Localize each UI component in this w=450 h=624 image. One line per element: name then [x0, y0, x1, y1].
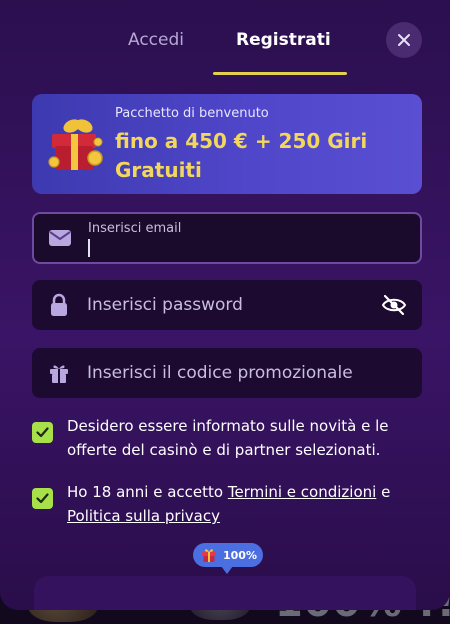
- terms-text-middle: e: [376, 483, 391, 501]
- privacy-link[interactable]: Politica sulla privacy: [67, 507, 220, 525]
- gift-box-icon: [48, 119, 103, 170]
- email-label: Inserisci email: [88, 221, 182, 236]
- promo-code-input[interactable]: [87, 349, 387, 397]
- completion-badge: 100%: [193, 543, 263, 574]
- password-input[interactable]: [87, 281, 387, 329]
- badge-pointer: [221, 566, 233, 574]
- terms-checkbox[interactable]: [32, 488, 53, 509]
- close-icon: [398, 34, 410, 46]
- terms-link[interactable]: Termini e condizioni: [228, 483, 376, 501]
- registration-modal: Accedi Registrati Pacchetto di benvenuto…: [0, 0, 450, 610]
- eye-off-icon: [381, 294, 407, 316]
- promo-subtitle: Pacchetto di benvenuto: [115, 106, 269, 121]
- toggle-password-visibility[interactable]: [381, 292, 407, 318]
- gift-icon: [47, 361, 71, 385]
- password-field[interactable]: [32, 280, 422, 330]
- submit-area: [34, 576, 416, 610]
- text-caret: [88, 239, 90, 257]
- tab-register[interactable]: Registrati: [236, 30, 331, 50]
- lock-icon: [47, 293, 71, 317]
- envelope-icon: [48, 226, 72, 250]
- close-button[interactable]: [386, 22, 422, 58]
- checkmark-icon: [36, 493, 49, 504]
- terms-consent-text: Ho 18 anni e accetto Termini e condizion…: [67, 480, 407, 528]
- checkmark-icon: [36, 427, 49, 438]
- gift-icon: [202, 549, 216, 562]
- email-field[interactable]: Inserisci email: [32, 212, 422, 264]
- newsletter-consent-text: Desidero essere informato sulle novità e…: [67, 417, 389, 459]
- completion-percent: 100%: [223, 548, 257, 562]
- welcome-bonus-banner: Pacchetto di benvenuto fino a 450 € + 25…: [32, 94, 422, 194]
- newsletter-checkbox[interactable]: [32, 422, 53, 443]
- newsletter-consent: Desidero essere informato sulle novità e…: [32, 414, 422, 464]
- tab-login[interactable]: Accedi: [128, 30, 184, 50]
- terms-text-before: Ho 18 anni e accetto: [67, 483, 228, 501]
- auth-tabs: Accedi Registrati: [0, 22, 450, 76]
- terms-consent: Ho 18 anni e accetto Termini e condizion…: [32, 480, 422, 530]
- promo-code-field[interactable]: [32, 348, 422, 398]
- promo-title: fino a 450 € + 250 Giri Gratuiti: [115, 129, 368, 182]
- active-tab-indicator: [213, 72, 347, 75]
